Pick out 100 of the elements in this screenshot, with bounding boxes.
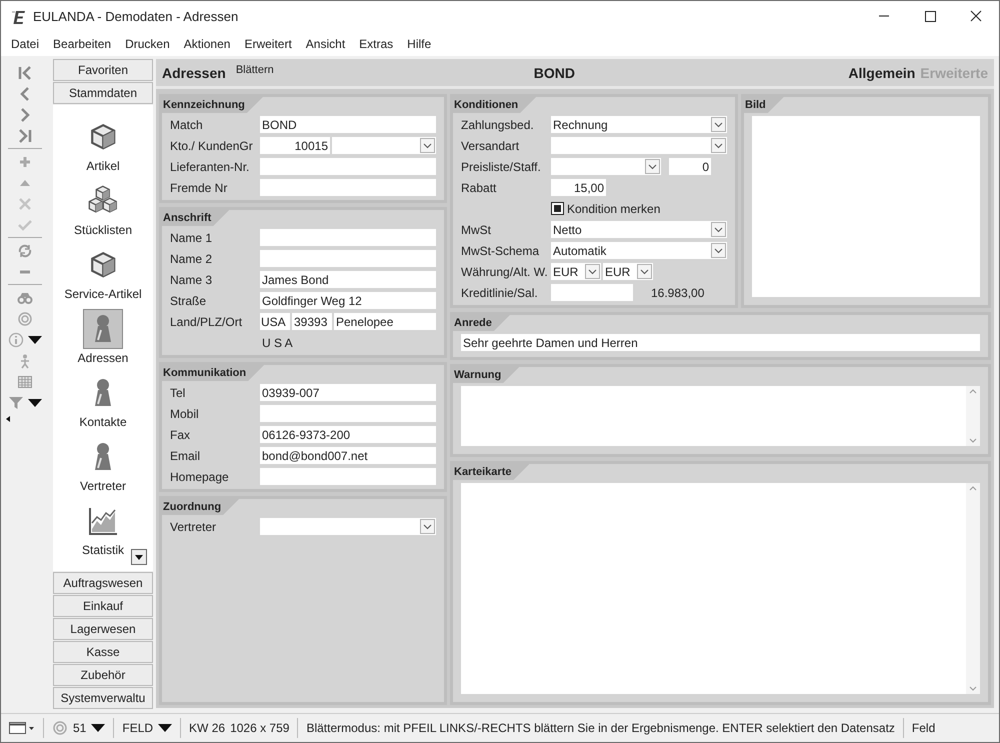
field-label: Versandart: [461, 138, 520, 152]
input-field[interactable]: bond@bond007.net: [260, 447, 436, 464]
module-tab[interactable]: Zubehör: [53, 664, 153, 686]
caret-icon: [714, 122, 723, 128]
field-label: Währung/Alt. W.: [461, 264, 549, 278]
input-field[interactable]: [551, 284, 633, 301]
dropdown-field[interactable]: Netto: [551, 221, 727, 238]
menu-item[interactable]: Hilfe: [407, 36, 432, 50]
mode-label: Blättern: [236, 64, 274, 76]
field-label: Lieferanten-Nr.: [170, 160, 250, 174]
group-title: Kommunikation: [162, 365, 264, 381]
grid-icon[interactable]: [17, 374, 33, 390]
dropdown-button[interactable]: [131, 549, 147, 565]
dropdown-field[interactable]: EUR: [551, 263, 601, 280]
field-label: Feld: [912, 721, 936, 735]
resolution-label: 1026 x 759: [230, 721, 290, 735]
text-area[interactable]: [461, 483, 980, 694]
dropdown-field[interactable]: [551, 158, 661, 175]
caret-icon: [423, 524, 432, 530]
field-label: Land/PLZ/Ort: [170, 314, 244, 328]
field-label: Zahlungsbed.: [461, 118, 535, 132]
input-field[interactable]: Goldfinger Weg 12: [260, 292, 436, 309]
menu-item[interactable]: Aktionen: [184, 36, 230, 50]
module-tab[interactable]: Systemverwaltu: [53, 687, 153, 709]
scroll-up-icon[interactable]: [969, 486, 977, 491]
input-field[interactable]: Sehr geehrte Damen und Herren: [461, 334, 980, 351]
refresh-icon[interactable]: [17, 242, 33, 258]
dropdown-field[interactable]: Rechnung: [551, 116, 727, 133]
dropdown-arrow-icon[interactable]: [91, 724, 106, 732]
dropdown-field[interactable]: [260, 518, 436, 535]
scrollbar[interactable]: [966, 483, 980, 694]
field-label: MwSt: [461, 222, 492, 236]
dropdown-arrow-icon[interactable]: [28, 398, 42, 406]
module-tab[interactable]: Auftragswesen: [53, 572, 153, 594]
target-icon[interactable]: [17, 310, 33, 326]
field-label: Kto./ KundenGr: [170, 138, 254, 152]
dropdown-field[interactable]: [551, 137, 727, 154]
scroll-down-icon[interactable]: [969, 438, 977, 443]
input-field[interactable]: 0: [669, 158, 711, 175]
menu-item[interactable]: Erweitert: [244, 36, 292, 50]
group-title: Karteikarte: [453, 464, 530, 480]
module-item[interactable]: Service-Artikel: [62, 243, 144, 303]
input-field[interactable]: James Bond: [260, 271, 436, 288]
input-field[interactable]: BOND: [260, 116, 436, 133]
dropdown-field[interactable]: [332, 137, 436, 154]
input-field[interactable]: [260, 179, 436, 196]
menu-item[interactable]: Extras: [359, 36, 394, 50]
menu-item[interactable]: Ansicht: [306, 36, 346, 50]
scrollbar[interactable]: [966, 386, 980, 446]
window-icon[interactable]: [9, 721, 35, 735]
module-tab[interactable]: Lagerwesen: [53, 618, 153, 640]
dropdown-field[interactable]: Automatik: [551, 242, 727, 259]
dropdown-field[interactable]: EUR: [603, 263, 653, 280]
menu-item[interactable]: Bearbeiten: [53, 36, 112, 50]
caret-icon: [714, 142, 723, 148]
module-item[interactable]: Vertreter: [78, 435, 128, 495]
menu-item[interactable]: Drucken: [125, 36, 170, 50]
field-label: Name 1: [170, 230, 214, 244]
field-label: Fremde Nr: [170, 180, 228, 194]
module-tab[interactable]: Kasse: [53, 641, 153, 663]
week-label: KW 26: [189, 721, 226, 735]
dropdown-arrow-icon[interactable]: [158, 724, 172, 732]
module-item[interactable]: Adressen: [76, 307, 130, 367]
scroll-down-icon[interactable]: [969, 686, 977, 691]
input-field[interactable]: 03939-007: [260, 384, 436, 401]
input-field[interactable]: Penelopee: [334, 313, 436, 330]
module-tab[interactable]: Favoriten: [53, 59, 153, 81]
input-field[interactable]: USA: [260, 313, 290, 330]
input-field[interactable]: 10015: [260, 137, 330, 154]
module-item[interactable]: Statistik: [80, 499, 126, 559]
text-area[interactable]: [461, 386, 980, 446]
checkbox[interactable]: [551, 202, 564, 215]
input-field[interactable]: [260, 158, 436, 175]
tab[interactable]: Allgemein: [848, 64, 916, 80]
field-label: Mobil: [170, 406, 200, 420]
input-field[interactable]: 06126-9373-200: [260, 426, 436, 443]
module-tab[interactable]: Einkauf: [53, 595, 153, 617]
first-record-icon[interactable]: [17, 64, 33, 80]
status-message: Blättermodus: mit PFEIL LINKS/-RECHTS blättern Sie in der Ergebnismenge. ENTER selektiert den Datensatz: [306, 721, 895, 735]
module-item[interactable]: Artikel: [81, 115, 125, 175]
module-tab[interactable]: Stammdaten: [53, 82, 153, 104]
dropdown-arrow-icon[interactable]: [28, 336, 42, 344]
menu-item[interactable]: Datei: [11, 36, 40, 50]
field-label: Preisliste/Staff.: [461, 160, 542, 174]
input-field[interactable]: 15,00: [551, 179, 606, 196]
target-icon[interactable]: [52, 720, 68, 736]
input-field[interactable]: 39393: [292, 313, 332, 330]
input-field[interactable]: [260, 250, 436, 267]
caret-icon: [714, 248, 723, 254]
caret-icon: [648, 164, 657, 170]
scroll-up-icon[interactable]: [969, 389, 977, 394]
input-field[interactable]: [260, 468, 436, 485]
module-item[interactable]: Kontakte: [77, 371, 129, 431]
input-field[interactable]: [260, 405, 436, 422]
collapse-arrow-icon[interactable]: [6, 416, 10, 422]
field-label: Match: [170, 118, 204, 132]
input-field[interactable]: [260, 229, 436, 246]
last-record-icon[interactable]: [17, 128, 33, 144]
window-title: EULANDA - Demodaten - Adressen: [33, 8, 238, 24]
module-item[interactable]: Stücklisten: [72, 179, 134, 239]
